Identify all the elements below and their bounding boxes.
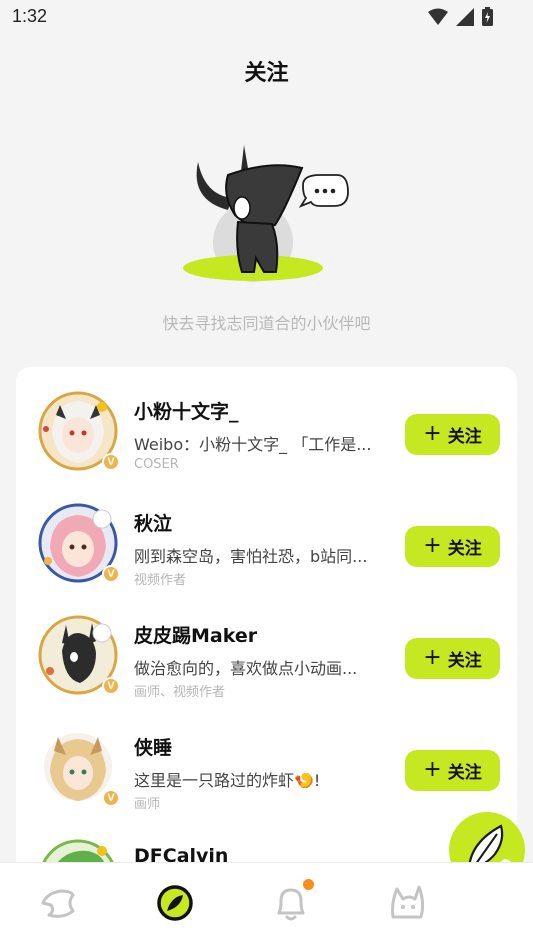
verified-badge-icon: V xyxy=(102,453,120,471)
profile-icon xyxy=(391,885,425,919)
user-row[interactable]: V 秋泣 刚到森空岛，害怕社恐，b站同... 视频作者 + 关注 xyxy=(16,479,517,591)
nav-home[interactable] xyxy=(37,881,81,925)
bottom-nav xyxy=(0,862,533,944)
empty-state-illustration xyxy=(183,145,349,282)
user-name: 皮皮踢Maker xyxy=(134,625,258,647)
empty-state-hint: 快去寻找志同道合的小伙伴吧 xyxy=(162,314,371,333)
user-name: 秋泣 xyxy=(134,513,173,535)
user-tag: 画师 xyxy=(134,797,161,812)
status-icons xyxy=(428,7,493,26)
recommended-users-card: V 小粉十文字_ Weibo：小粉十文字_ 「工作是... COSER + 关注… xyxy=(16,367,517,887)
plus-icon: + xyxy=(423,756,442,782)
nav-discover[interactable] xyxy=(153,881,197,925)
nav-notifications[interactable] xyxy=(269,879,314,925)
battery-icon xyxy=(482,7,493,26)
plus-icon: + xyxy=(423,532,442,558)
user-bio: 刚到森空岛，害怕社恐，b站同... xyxy=(134,547,368,566)
follow-label: 关注 xyxy=(447,763,482,783)
user-name: 侠睡 xyxy=(134,737,173,759)
follow-label: 关注 xyxy=(447,539,482,559)
follow-button[interactable]: + 关注 xyxy=(405,414,500,455)
user-name: 小粉十文字_ xyxy=(134,401,239,423)
plus-icon: + xyxy=(423,644,442,670)
follow-label: 关注 xyxy=(447,651,482,671)
user-row[interactable]: V 皮皮踢Maker 做治愈向的，喜欢做点小动画... 画师、视频作者 + 关注 xyxy=(16,591,517,703)
follow-label: 关注 xyxy=(447,427,482,447)
verified-badge-icon: V xyxy=(102,565,120,583)
status-bar: 1:32 xyxy=(0,0,533,34)
nav-profile[interactable] xyxy=(385,881,429,925)
user-row[interactable]: V 侠睡 这里是一只路过的炸虾🍤! 画师 + 关注 xyxy=(16,703,517,815)
follow-button[interactable]: + 关注 xyxy=(405,638,500,679)
user-bio: 做治愈向的，喜欢做点小动画... xyxy=(134,659,358,678)
user-bio: Weibo：小粉十文字_ 「工作是... xyxy=(134,435,372,454)
follow-button[interactable]: + 关注 xyxy=(405,526,500,567)
follow-button[interactable]: + 关注 xyxy=(405,750,500,791)
plus-icon: + xyxy=(423,420,442,446)
user-tag: 画师、视频作者 xyxy=(134,685,226,700)
signal-icon xyxy=(456,7,474,26)
discover-icon xyxy=(157,885,193,921)
user-row[interactable]: V 小粉十文字_ Weibo：小粉十文字_ 「工作是... COSER + 关注 xyxy=(16,367,517,479)
wifi-icon xyxy=(428,8,448,25)
user-tag: 视频作者 xyxy=(134,573,187,588)
verified-badge-icon: V xyxy=(102,677,120,695)
page-title: 关注 xyxy=(244,61,289,86)
home-icon xyxy=(41,889,75,918)
notification-badge xyxy=(303,879,314,890)
user-bio: 这里是一只路过的炸虾🍤! xyxy=(134,771,321,790)
verified-badge-icon: V xyxy=(102,789,120,807)
user-tag: COSER xyxy=(134,457,179,472)
status-time: 1:32 xyxy=(12,6,48,26)
